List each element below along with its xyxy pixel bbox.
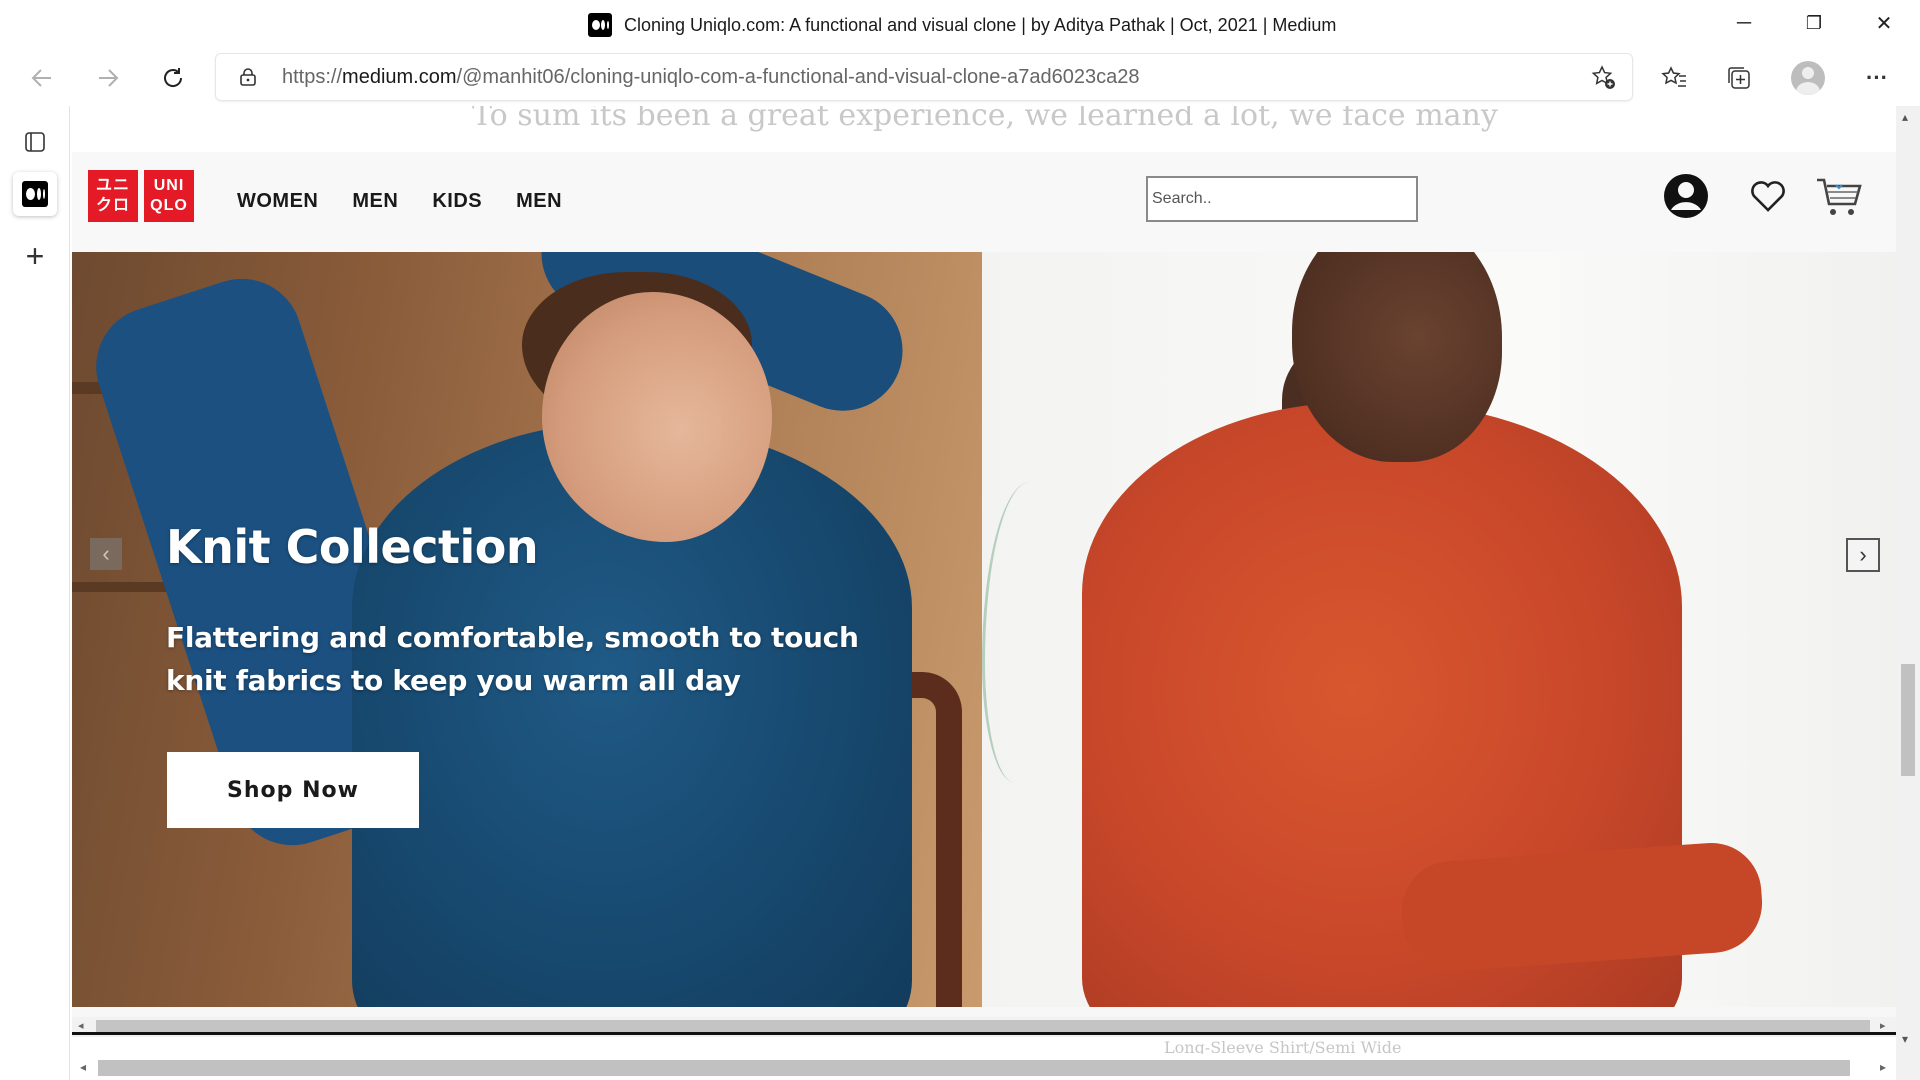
logo-kana-bottom: クロ	[95, 197, 130, 214]
back-button[interactable]	[22, 58, 62, 98]
hero-subtitle: Flattering and comfortable, smooth to to…	[166, 621, 859, 697]
hero-image-man	[982, 252, 1896, 1007]
lock-icon	[240, 68, 256, 86]
refresh-icon	[164, 68, 183, 87]
nav-link-men-2[interactable]: MEN	[516, 190, 562, 213]
site-nav: WOMEN MEN KIDS MEN	[237, 190, 562, 213]
collections-icon	[1728, 67, 1750, 89]
scroll-left-arrow-icon[interactable]: ◂	[78, 1019, 84, 1032]
uniqlo-clone-screenshot: ユニ クロ UNI QLO WOMEN MEN KIDS MEN Search.…	[72, 152, 1896, 1037]
url-path: /@manhit06/cloning-uniqlo-com-a-function…	[456, 66, 1140, 88]
page-scroll-left-arrow-icon[interactable]: ◂	[80, 1060, 86, 1074]
url-text[interactable]: https://medium.com/@manhit06/cloning-uni…	[282, 66, 1139, 89]
nav-link-kids[interactable]: KIDS	[432, 190, 482, 213]
refresh-button[interactable]	[153, 58, 193, 98]
favorites-icon	[1661, 66, 1686, 87]
article-text-behind: To sum its been a great experience, we l…	[472, 106, 1498, 133]
carousel-prev-button[interactable]: ‹	[90, 538, 122, 570]
vertical-scrollbar-thumb[interactable]	[1901, 664, 1915, 776]
profile-button[interactable]	[1789, 59, 1827, 97]
plant-decor	[982, 482, 1062, 782]
scroll-up-arrow-icon[interactable]: ▴	[1902, 110, 1908, 124]
tab-actions-icon	[25, 132, 45, 152]
forward-button[interactable]	[88, 58, 128, 98]
browser-title-bar: Cloning Uniqlo.com: A functional and vis…	[0, 0, 1920, 50]
page-viewport: To sum its been a great experience, we l…	[72, 106, 1896, 1080]
cart-icon[interactable]	[1814, 172, 1864, 220]
shop-now-button[interactable]: Shop Now	[167, 752, 419, 828]
settings-more-button[interactable]: ···	[1858, 59, 1896, 97]
scroll-right-arrow-icon[interactable]: ▸	[1880, 1019, 1886, 1032]
collections-button[interactable]	[1720, 59, 1758, 97]
carousel-next-button[interactable]: ›	[1846, 538, 1880, 572]
logo-text-bottom: QLO	[150, 197, 188, 214]
sidebar-tab-medium[interactable]	[13, 172, 57, 216]
forward-arrow-icon	[99, 69, 119, 87]
browser-toolbar: https://medium.com/@manhit06/cloning-uni…	[0, 50, 1920, 106]
close-button[interactable]: ✕	[1854, 6, 1914, 40]
divider	[72, 1032, 1896, 1035]
wishlist-heart-icon[interactable]	[1744, 172, 1792, 220]
new-tab-button[interactable]: +	[13, 234, 57, 278]
window-title: Cloning Uniqlo.com: A functional and vis…	[624, 14, 1337, 35]
site-header: ユニ クロ UNI QLO WOMEN MEN KIDS MEN	[72, 152, 1896, 252]
nav-link-men[interactable]: MEN	[352, 190, 398, 213]
account-icon[interactable]	[1662, 172, 1710, 220]
add-favorite-icon[interactable]	[1590, 64, 1618, 92]
medium-favicon-icon	[588, 13, 612, 37]
logo-text-top: UNI	[153, 177, 185, 194]
vertical-tabs-sidebar: +	[0, 106, 70, 1080]
page-vertical-scrollbar[interactable]: ▴ ▾	[1896, 106, 1920, 1080]
restore-button[interactable]: ❐	[1784, 6, 1844, 40]
page-scroll-right-arrow-icon[interactable]: ▸	[1880, 1060, 1886, 1074]
nav-link-women[interactable]: WOMEN	[237, 190, 318, 213]
url-domain: medium.com	[342, 66, 457, 88]
minimize-button[interactable]: ─	[1714, 6, 1774, 40]
logo-katakana: ユニ クロ	[88, 170, 138, 222]
hero-title: Knit Collection	[166, 520, 539, 574]
back-arrow-icon	[31, 69, 51, 87]
page-scrollbar-thumb[interactable]	[98, 1060, 1850, 1076]
url-scheme: https://	[282, 66, 343, 88]
scroll-down-arrow-icon[interactable]: ▾	[1902, 1032, 1908, 1046]
man-arm-decor	[1398, 839, 1766, 975]
logo-latin: UNI QLO	[144, 170, 194, 222]
uniqlo-logo[interactable]: ユニ クロ UNI QLO	[88, 170, 198, 226]
medium-tab-icon	[22, 181, 48, 207]
page-horizontal-scrollbar[interactable]: ◂ ▸	[72, 1054, 1896, 1080]
window-title-group: Cloning Uniqlo.com: A functional and vis…	[588, 12, 1336, 38]
hero-carousel: ‹ Knit Collection Flattering and comfort…	[72, 252, 1896, 1007]
profile-avatar-icon	[1791, 61, 1825, 95]
site-search-input[interactable]	[1146, 176, 1418, 222]
favorites-button[interactable]	[1655, 59, 1693, 97]
tab-actions-button[interactable]	[13, 120, 57, 164]
logo-kana-top: ユニ	[95, 177, 130, 194]
address-bar[interactable]: https://medium.com/@manhit06/cloning-uni…	[216, 54, 1632, 100]
